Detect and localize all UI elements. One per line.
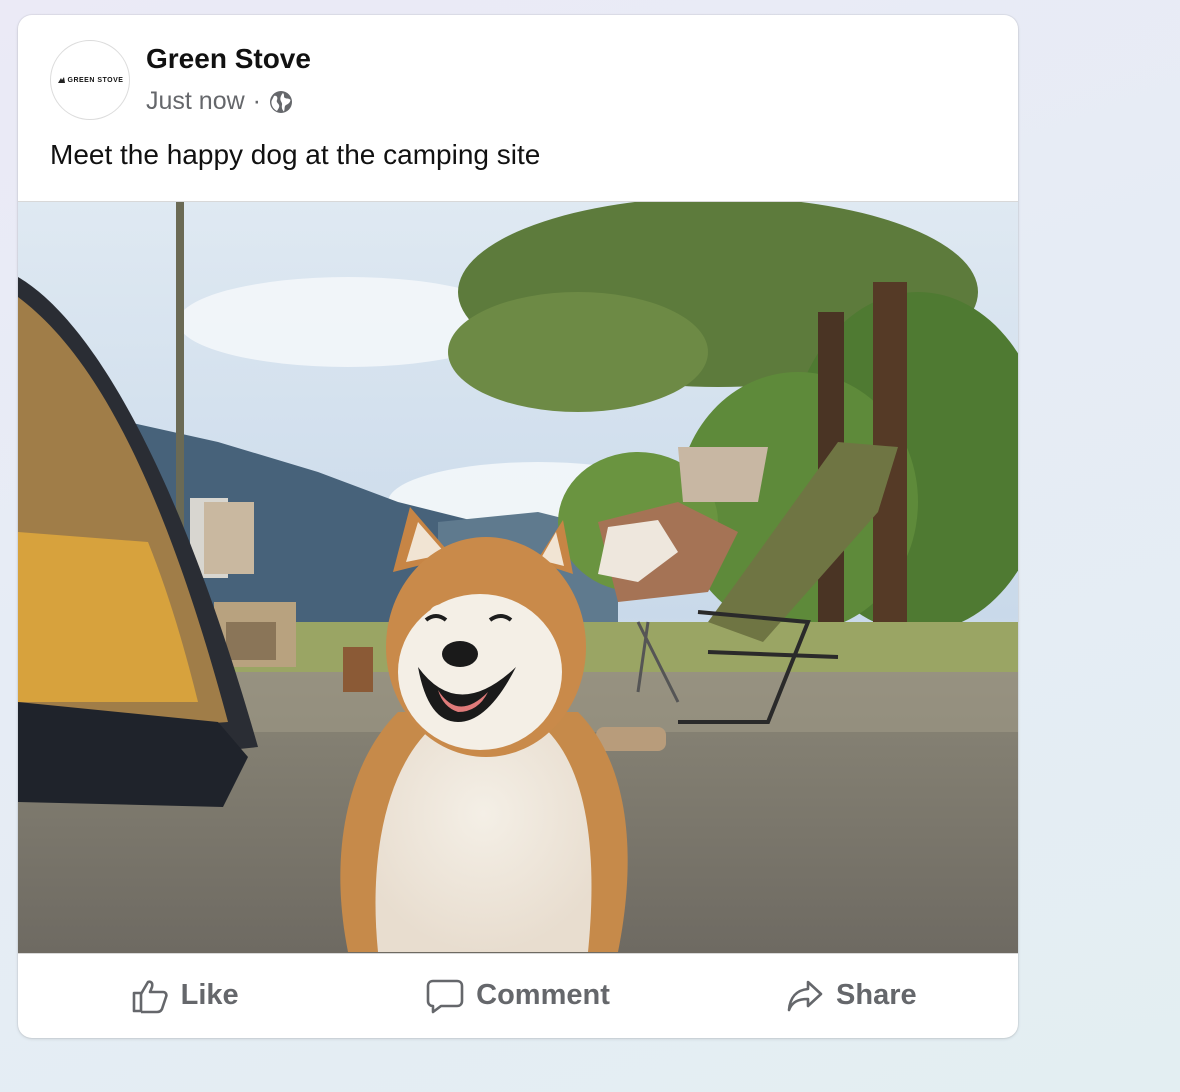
- share-label: Share: [836, 979, 917, 1011]
- page-avatar[interactable]: GREEN STOVE: [50, 40, 130, 120]
- thumbs-up-icon: [132, 979, 168, 1013]
- post-text: Meet the happy dog at the camping site: [50, 139, 541, 170]
- like-label: Like: [180, 979, 239, 1011]
- post-timestamp[interactable]: Just now: [146, 87, 245, 116]
- post-card: GREEN STOVE Green Stove Just now · Meet …: [18, 15, 1018, 1038]
- comment-icon: [426, 979, 464, 1013]
- stove-logo-icon: [57, 77, 65, 83]
- post-photo[interactable]: [18, 201, 1018, 954]
- post-actions: Like Comment Share: [18, 953, 1018, 1038]
- shiba-inu-dog-photo: [18, 202, 1018, 953]
- like-button[interactable]: Like: [18, 953, 351, 1038]
- green-stove-logo: GREEN STOVE: [57, 76, 124, 84]
- share-button[interactable]: Share: [685, 953, 1018, 1038]
- post-meta: Just now ·: [146, 87, 293, 116]
- comment-button[interactable]: Comment: [351, 953, 684, 1038]
- globe-icon[interactable]: [269, 90, 293, 114]
- share-icon: [787, 980, 823, 1011]
- meta-separator: ·: [252, 87, 261, 115]
- comment-label: Comment: [476, 979, 610, 1011]
- page-name[interactable]: Green Stove: [146, 43, 311, 75]
